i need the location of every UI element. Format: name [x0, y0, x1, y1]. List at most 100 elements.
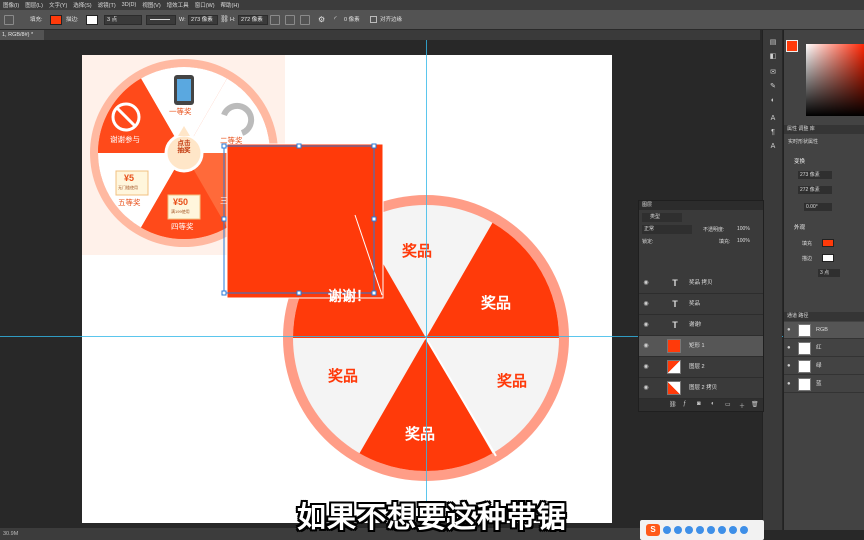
properties-tabs[interactable]: 属性 调整 库	[784, 125, 864, 134]
glyph-icon[interactable]: A	[768, 142, 778, 151]
eye-icon[interactable]: ◉	[642, 363, 650, 371]
properties-stroke-swatch[interactable]	[822, 254, 834, 262]
link-layers-icon[interactable]: ⛓	[669, 401, 677, 408]
color-field[interactable]	[806, 44, 864, 116]
properties-angle-field[interactable]: 0.00°	[804, 203, 832, 211]
menu-select[interactable]: 选择(S)	[73, 1, 91, 9]
lock-label: 锁定:	[642, 239, 654, 245]
layers-tab[interactable]: 图层	[639, 201, 763, 210]
layer-fill-label: 填充:	[719, 239, 731, 245]
foreground-color-swatch[interactable]	[786, 40, 798, 52]
menu-window[interactable]: 窗口(W)	[195, 1, 215, 9]
adjustment-layer-icon[interactable]: ◐	[711, 401, 715, 407]
folder-icon[interactable]: ▭	[725, 401, 731, 408]
paragraph-icon[interactable]: ¶	[768, 128, 778, 137]
big-wheel-label-lower-left: 奖品	[328, 368, 359, 385]
channel-row-rgb[interactable]: ● RGB	[784, 322, 864, 339]
layer-fill-value[interactable]: 100%	[737, 238, 750, 244]
adjust-icon[interactable]: ◐	[768, 96, 778, 105]
menu-plugins[interactable]: 增效工具	[167, 1, 189, 9]
menu-layer[interactable]: 图层(L)	[25, 1, 43, 9]
properties-stroke-width[interactable]: 3 点	[818, 269, 840, 277]
layer-row[interactable]: ◉ T 谢谢!	[639, 315, 763, 336]
trash-icon[interactable]: 🗑	[751, 401, 759, 408]
eye-icon[interactable]: ●	[787, 381, 791, 387]
channel-row-red[interactable]: ● 红	[784, 340, 864, 357]
layer-row[interactable]: ◉ T 奖品 拷贝	[639, 273, 763, 294]
stroke-width-field[interactable]: 3 点	[104, 15, 142, 25]
small-wheel-label-second: 二等奖	[220, 136, 243, 145]
document-tab[interactable]: 1, RGB/8#) *	[0, 30, 44, 40]
properties-stroke-label: 描边	[802, 256, 813, 262]
opacity-value[interactable]: 100%	[737, 226, 750, 232]
menu-type[interactable]: 文字(Y)	[49, 1, 67, 9]
width-field[interactable]: 273 像素	[188, 15, 218, 25]
menu-image[interactable]: 图像(I)	[3, 1, 19, 9]
coupon-50-subtitle: 满199使用	[171, 209, 190, 214]
eye-icon[interactable]: ●	[787, 363, 791, 369]
eye-icon[interactable]: ◉	[642, 321, 650, 329]
type-icon[interactable]: A	[768, 114, 778, 123]
height-field[interactable]: 272 像素	[238, 15, 268, 25]
comment-icon[interactable]: ✉	[768, 68, 778, 77]
layer-row-selected[interactable]: ◉ 矩形 1	[639, 336, 763, 357]
transform-section-title: 变换	[794, 159, 806, 165]
path-arrangement-icon[interactable]	[300, 15, 310, 25]
eye-icon[interactable]: ●	[787, 345, 791, 351]
layers-kind-filter[interactable]: 类型	[642, 213, 682, 222]
text-layer-icon: T	[672, 278, 678, 288]
image-layer-thumbnail	[667, 381, 681, 395]
layers-footer-toolbar: ⛓ ƒ ◙ ◐ ▭ ＋ 🗑	[639, 399, 763, 411]
right-panels: 属性 调整 库 实时形状属性 变换 273 像素 272 像素 0.00° 外观…	[783, 30, 864, 530]
channel-row-blue[interactable]: ● 蓝	[784, 376, 864, 393]
channel-thumbnail	[798, 324, 811, 337]
menu-filter[interactable]: 滤镜(T)	[98, 1, 116, 9]
menu-help[interactable]: 帮助(H)	[221, 1, 240, 9]
stroke-swatch[interactable]	[86, 15, 98, 25]
channel-thumbnail	[798, 360, 811, 373]
path-operations-icon[interactable]	[270, 15, 280, 25]
layer-row[interactable]: ◉ 图层 2 拷贝	[639, 378, 763, 399]
new-layer-icon[interactable]: ＋	[739, 401, 745, 410]
properties-fill-swatch[interactable]	[822, 239, 834, 247]
eye-icon[interactable]: ◉	[642, 342, 650, 350]
align-edges-checkbox[interactable]	[370, 16, 377, 23]
red-rectangle-shape	[226, 143, 384, 299]
text-layer-icon: T	[672, 299, 678, 309]
small-wheel-label-fourth: 四等奖	[171, 222, 194, 231]
channel-row-green[interactable]: ● 绿	[784, 358, 864, 375]
history-icon[interactable]: ▤	[768, 38, 778, 47]
mask-icon[interactable]: ◙	[697, 401, 701, 407]
stroke-type-select[interactable]	[146, 15, 176, 25]
properties-fill-label: 填充	[802, 241, 813, 247]
blend-mode-select[interactable]: 正常	[642, 225, 692, 234]
eye-icon[interactable]: ◉	[642, 384, 650, 392]
menu-view[interactable]: 视图(V)	[142, 1, 160, 9]
properties-width-field[interactable]: 273 像素	[798, 171, 832, 179]
coupon-5-subtitle: 无门槛使用	[118, 185, 138, 190]
vertical-guide[interactable]	[426, 40, 427, 528]
panel-icon-strip: ▤ ◧ ✉ ✎ ◐ A ¶ A	[762, 30, 782, 530]
channels-tabs[interactable]: 通道 路径	[784, 312, 864, 321]
properties-kind: 实时形状属性	[788, 139, 819, 145]
layer-row[interactable]: ◉ T 奖品	[639, 294, 763, 315]
brush-icon[interactable]: ✎	[768, 82, 778, 91]
big-wheel-label-bottom: 奖品	[405, 426, 436, 443]
path-alignment-icon[interactable]	[285, 15, 295, 25]
video-subtitle: 如果不想要这种带锯	[296, 500, 567, 534]
gear-icon[interactable]: ⚙	[318, 10, 325, 30]
big-wheel-label-lower-right: 奖品	[497, 373, 528, 390]
fx-icon[interactable]: ƒ	[683, 401, 686, 407]
eye-icon[interactable]: ●	[787, 327, 791, 333]
eye-icon[interactable]: ◉	[642, 279, 650, 287]
tool-preset-icon[interactable]	[4, 15, 14, 25]
menu-3d[interactable]: 3D(D)	[122, 2, 137, 8]
document-canvas[interactable]: 点击 抽奖 谢谢参与 一等奖 二等奖 五等奖 四等奖 三 ¥5 无门槛使用 ¥5…	[82, 55, 612, 523]
properties-icon[interactable]: ◧	[768, 52, 778, 61]
properties-height-field[interactable]: 272 像素	[798, 186, 832, 194]
eye-icon[interactable]: ◉	[642, 300, 650, 308]
corner-radius-field[interactable]: 0 像素	[344, 10, 360, 30]
layer-row[interactable]: ◉ 图层 2	[639, 357, 763, 378]
link-icon[interactable]: ⛓	[220, 10, 229, 30]
fill-swatch[interactable]	[50, 15, 62, 25]
